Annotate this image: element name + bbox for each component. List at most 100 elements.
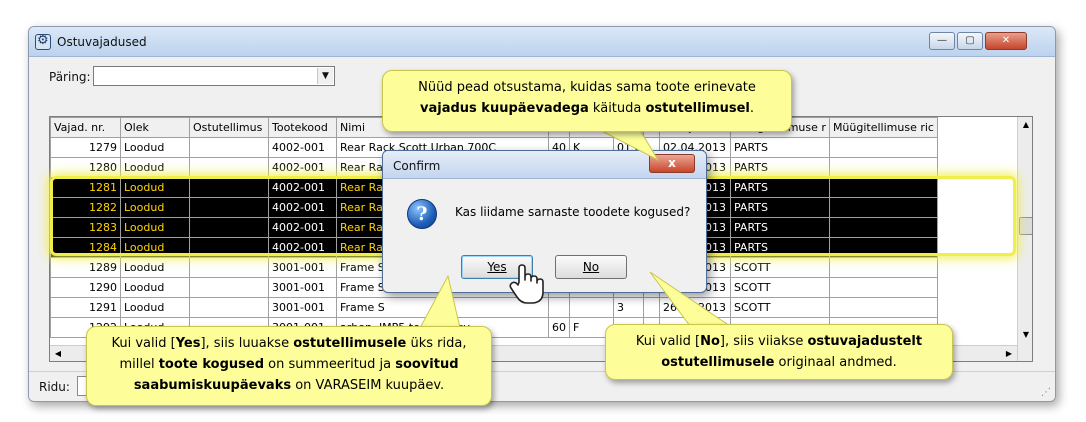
cl-t3: üks rida,: [406, 336, 467, 351]
callout-top-line1: Nüüd pead otsustama, kuidas sama toote e…: [418, 80, 756, 95]
query-select[interactable]: ▼: [93, 66, 335, 86]
table-cell: [548, 297, 570, 318]
table-cell: 1289: [50, 257, 121, 278]
table-cell: 3: [613, 297, 644, 318]
cl-t2: ], siis luuakse: [200, 336, 294, 351]
callout-left: Kui valid [Yes], siis luuakse ostutellim…: [86, 326, 492, 406]
cl-t5: on summeeritud ja: [264, 357, 396, 372]
table-cell: Loodud: [120, 157, 190, 178]
dialog-close-button[interactable]: x: [649, 154, 695, 173]
no-button[interactable]: No: [555, 255, 627, 279]
table-cell: 3001-001: [268, 257, 337, 278]
table-cell: PARTS: [730, 157, 830, 178]
table-cell: 4002-001: [268, 137, 337, 158]
cr-b3: ostutellimusele: [661, 355, 775, 370]
scroll-left-icon[interactable]: ◀: [50, 346, 66, 361]
rows-label: Ridu:: [39, 380, 70, 394]
table-cell: Loodud: [120, 137, 190, 158]
scroll-thumb[interactable]: [1019, 217, 1032, 235]
table-cell: SCOTT: [730, 257, 830, 278]
table-cell: 3001-001: [268, 297, 337, 318]
table-cell: [189, 137, 269, 158]
cr-t3: originaal andmed.: [774, 355, 897, 370]
hand-cursor-icon: [509, 264, 544, 304]
callout-top-text2: .: [749, 101, 754, 116]
cl-b4: soovitud: [395, 357, 459, 372]
column-header[interactable]: Tootekood: [268, 117, 337, 138]
column-header[interactable]: Ostutellimus: [189, 117, 269, 138]
dialog-title-bar[interactable]: Confirm x: [383, 151, 706, 179]
table-cell: [828, 257, 938, 278]
cl-b1: Yes: [175, 336, 201, 351]
dialog-title: Confirm: [393, 159, 441, 173]
minimize-icon: —: [937, 35, 947, 46]
scroll-down-icon[interactable]: ▼: [1018, 327, 1032, 343]
table-row[interactable]: 1291 Loodud 3001-001 Frame S 3 26.03.2013 SCOT…: [50, 297, 938, 318]
table-cell: [828, 277, 938, 298]
table-cell: SCOTT: [730, 297, 830, 318]
table-cell: 1280: [50, 157, 121, 178]
table-cell: [189, 277, 269, 298]
maximize-button[interactable]: ▢: [957, 32, 983, 50]
column-header[interactable]: Vajad. nr.: [50, 117, 121, 138]
table-cell: [643, 297, 660, 318]
vertical-scrollbar[interactable]: ▲ ▼: [1017, 117, 1032, 361]
callout-left-line1: Kui valid [Yes], siis luuakse ostutellim…: [95, 333, 483, 354]
callout-top-text1: käituda: [588, 101, 646, 116]
table-cell: Loodud: [120, 297, 190, 318]
table-cell: 3001-001: [268, 277, 337, 298]
cr-t2: ], siis viiakse: [719, 334, 808, 349]
callout-right-line1: Kui valid [No], siis viiakse ostuvajadus…: [614, 331, 944, 352]
callout-top: Nüüd pead otsustama, kuidas sama toote e…: [382, 70, 792, 132]
table-cell: [828, 137, 938, 158]
table-cell: 1290: [50, 277, 121, 298]
close-window-button[interactable]: ✕: [985, 32, 1027, 50]
title-bar[interactable]: Ostuvajadused — ▢ ✕: [29, 27, 1055, 57]
close-icon: ✕: [1001, 35, 1011, 46]
table-cell: [189, 297, 269, 318]
resize-grip-icon[interactable]: ⋰: [1041, 387, 1051, 398]
table-cell: [828, 297, 938, 318]
cl-t4: millel: [119, 357, 159, 372]
table-cell: Loodud: [120, 277, 190, 298]
cr-b1: No: [700, 334, 720, 349]
cl-t6: on VARASEIM kuupäev.: [291, 378, 445, 393]
cl-b3: toote kogused: [158, 357, 265, 372]
app-gear-icon: [35, 33, 51, 50]
table-cell: SCOTT: [730, 277, 830, 298]
table-cell: 4002-001: [268, 157, 337, 178]
dialog-message: Kas liidame sarnaste toodete kogused?: [455, 205, 691, 219]
table-cell: 1291: [50, 297, 121, 318]
table-cell: [189, 257, 269, 278]
cl-t1: Kui valid [: [111, 336, 176, 351]
callout-top-bold2: ostutellimusel: [645, 101, 750, 116]
chevron-down-icon[interactable]: ▼: [317, 68, 333, 84]
table-cell: 26.03.2013: [659, 297, 731, 318]
cl-b2: ostutellimusele: [293, 336, 407, 351]
table-cell: PARTS: [730, 137, 830, 158]
no-label: No: [582, 260, 600, 274]
cr-t1: Kui valid [: [635, 334, 701, 349]
close-icon: x: [668, 156, 676, 170]
cr-b2: ostuvajadustelt: [807, 334, 923, 349]
column-header[interactable]: Olek: [120, 117, 190, 138]
callout-right-line2: ostutellimusele originaal andmed.: [614, 352, 944, 373]
table-cell: [569, 297, 614, 318]
table-cell: [189, 157, 269, 178]
cl-b5: saabumiskuupäevaks: [133, 378, 292, 393]
table-cell: 1279: [50, 137, 121, 158]
question-icon: ?: [407, 199, 437, 229]
callout-top-bold1: vajadus kuupäevadega: [420, 101, 589, 116]
window-title: Ostuvajadused: [57, 35, 147, 49]
query-label: Päring:: [49, 70, 91, 84]
column-header[interactable]: Müügitellimuse ric: [828, 117, 938, 138]
yes-label: Yes: [487, 260, 507, 274]
table-cell: 60: [548, 317, 570, 338]
callout-left-line3: saabumiskuupäevaks on VARASEIM kuupäev.: [95, 375, 483, 396]
scroll-up-icon[interactable]: ▲: [1018, 117, 1032, 133]
callout-right: Kui valid [No], siis viiakse ostuvajadus…: [605, 324, 953, 380]
scroll-right-icon[interactable]: ▶: [1001, 346, 1017, 361]
callout-top-line2: vajadus kuupäevadega käituda ostutellimu…: [391, 98, 783, 119]
table-cell: Loodud: [120, 257, 190, 278]
minimize-button[interactable]: —: [929, 32, 955, 50]
